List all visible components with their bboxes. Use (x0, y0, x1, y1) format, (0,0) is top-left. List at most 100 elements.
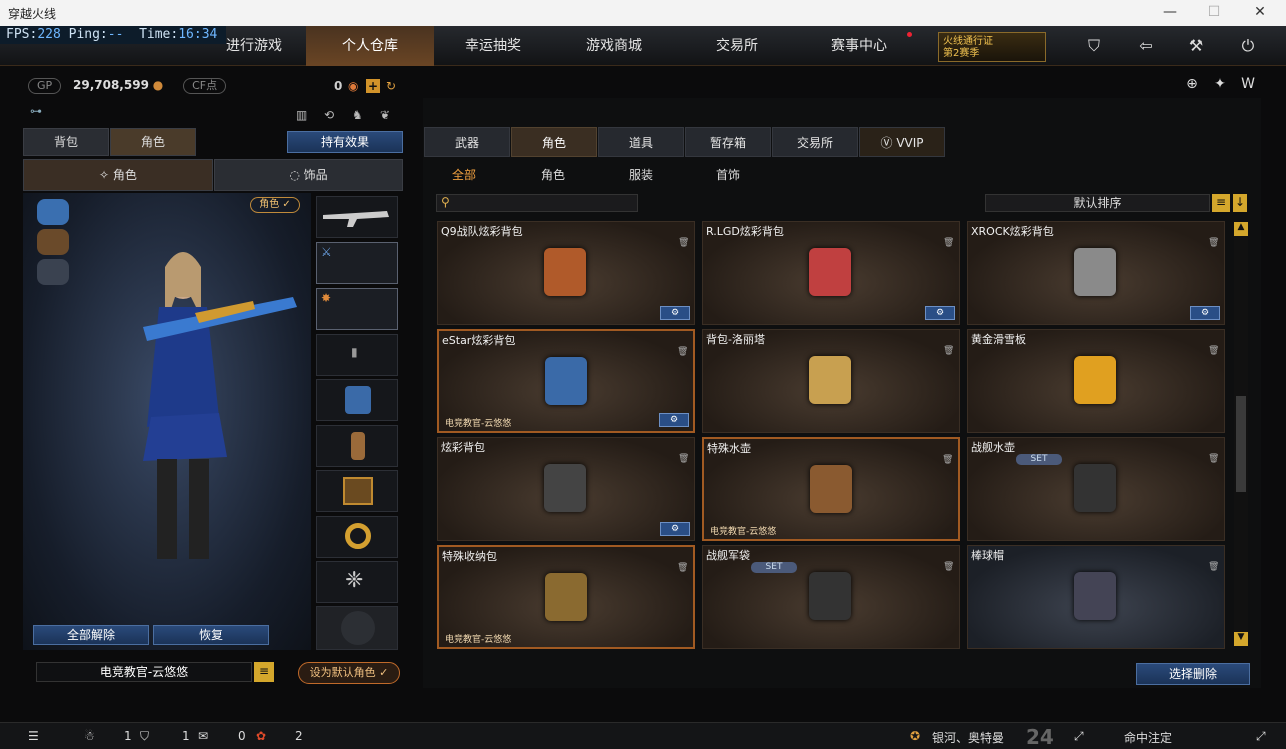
trash-icon[interactable]: 🗑 (943, 562, 954, 572)
item-card[interactable]: R.LGD炫彩背包 🗑 ⚙ (702, 221, 960, 325)
stats-icon[interactable]: ▥ (296, 108, 307, 122)
gift-icon[interactable]: ✿ (256, 729, 266, 743)
trash-icon[interactable]: 🗑 (943, 346, 954, 356)
subtab-all[interactable]: 全部 (452, 166, 476, 183)
trash-icon[interactable]: 🗑 (1208, 238, 1219, 248)
cat-tab-trade[interactable]: 交易所 (772, 127, 858, 157)
gear-icon[interactable]: ⚙ (660, 306, 690, 320)
trash-icon[interactable]: 🗑 (1208, 346, 1219, 356)
subtab-clothing[interactable]: 服装 (629, 166, 653, 183)
trash-icon[interactable]: 🗑 (678, 238, 689, 248)
maximize-icon[interactable]: ☐ (1204, 4, 1224, 22)
rotate-icon[interactable]: ⟲ (324, 108, 334, 122)
battle-pass-button[interactable]: 火线通行证 第2赛季 (938, 32, 1046, 62)
sort-dropdown[interactable]: 默认排序 (985, 194, 1210, 212)
item-card[interactable]: 黄金滑雪板 🗑 (967, 329, 1225, 433)
team-blue-icon[interactable] (37, 199, 69, 225)
item-card[interactable]: 背包-洛丽塔 🗑 (702, 329, 960, 433)
gear-icon[interactable]: ⚙ (660, 522, 690, 536)
sort-order-icon[interactable]: ↓ (1233, 194, 1247, 212)
add-cf-button[interactable]: + (366, 79, 380, 93)
close-icon[interactable]: ✕ (1250, 4, 1270, 22)
target-icon[interactable]: ⊕ (1178, 72, 1206, 96)
slot-pouch[interactable] (316, 470, 398, 512)
set-default-button[interactable]: 设为默认角色 ✓ (298, 662, 400, 684)
subtab-character-filter[interactable]: 角色 (541, 166, 565, 183)
gear-icon[interactable]: ⚙ (1190, 306, 1220, 320)
slot-knife[interactable]: ⚔ (316, 242, 398, 284)
trash-icon[interactable]: 🗑 (942, 455, 953, 465)
scroll-down-icon[interactable]: ▼ (1234, 632, 1248, 646)
character-preview[interactable]: 角色 ✓ 全部解除 恢复 (23, 193, 311, 650)
trash-icon[interactable]: 🗑 (677, 347, 688, 357)
cat-tab-character[interactable]: 角色 (511, 127, 597, 157)
trash-icon[interactable]: 🗑 (943, 238, 954, 248)
nav-tab-trade[interactable]: 交易所 (678, 26, 796, 66)
item-card[interactable]: 特殊水壶 🗑 电竞教官-云悠悠 (702, 437, 960, 541)
slot-empty[interactable] (316, 606, 398, 650)
popout-icon[interactable]: ⤢ (1256, 729, 1266, 744)
team-orange-icon[interactable] (37, 229, 69, 255)
slot-backpack[interactable] (316, 379, 398, 421)
cat-tab-storage[interactable]: 暂存箱 (685, 127, 771, 157)
item-card[interactable]: Q9战队炫彩背包 🗑 ⚙ (437, 221, 695, 325)
refresh-icon[interactable]: ↻ (386, 79, 396, 93)
slot-radio[interactable]: ▮ (316, 334, 398, 376)
expand-icon[interactable]: ⤢ (1074, 729, 1084, 744)
tab-character[interactable]: 角色 (110, 128, 196, 156)
power-icon[interactable]: ⏻ (1234, 34, 1262, 58)
item-card[interactable]: 棒球帽 🗑 (967, 545, 1225, 649)
menu-icon[interactable]: ☰ (28, 729, 39, 743)
shield-icon[interactable]: ⛉ (1080, 34, 1108, 58)
trash-icon[interactable]: 🗑 (677, 563, 688, 573)
select-delete-button[interactable]: 选择删除 (1136, 663, 1250, 685)
cat-tab-vvip[interactable]: Ⓥ VVIP (859, 127, 945, 157)
nav-tab-warehouse[interactable]: 个人仓库 (306, 26, 434, 66)
restore-button[interactable]: 恢复 (153, 625, 269, 645)
item-card[interactable]: XROCK炫彩背包 🗑 ⚙ (967, 221, 1225, 325)
item-card[interactable]: 战舰水壶 🗑 SET (967, 437, 1225, 541)
search-field[interactable]: ⚲ (436, 194, 638, 212)
clan-icon[interactable]: ⛉ (140, 729, 149, 744)
slot-pistol[interactable]: ✸ (316, 288, 398, 330)
subtab-jewelry[interactable]: 首饰 (716, 166, 740, 183)
slot-ring[interactable] (316, 516, 398, 558)
wrench-icon[interactable]: ⚒ (1182, 34, 1210, 58)
list-menu-icon[interactable]: ≡ (254, 662, 274, 682)
nav-tab-events[interactable]: 赛事中心 (800, 26, 918, 66)
subtab-accessory[interactable]: ◌ 饰品 (214, 159, 403, 191)
trash-icon[interactable]: 🗑 (1208, 562, 1219, 572)
sort-menu-icon[interactable]: ≡ (1212, 194, 1230, 212)
brand-icon[interactable]: W (1234, 72, 1262, 96)
bag-icon[interactable]: ❦ (380, 108, 390, 122)
scroll-up-icon[interactable]: ▲ (1234, 222, 1248, 236)
slot-canteen[interactable] (316, 425, 398, 467)
item-card[interactable]: 特殊收纳包 🗑 电竞教官-云悠悠 (437, 545, 695, 649)
back-icon[interactable]: ⇦ (1132, 34, 1160, 58)
tab-backpack[interactable]: 背包 (23, 128, 109, 156)
slot-weapon[interactable] (316, 196, 398, 238)
search-input[interactable] (459, 196, 629, 210)
effect-button[interactable]: 持有效果 (287, 131, 403, 153)
item-card[interactable]: 战舰军袋 🗑 SET (702, 545, 960, 649)
trash-icon[interactable]: 🗑 (678, 454, 689, 464)
item-card[interactable]: eStar炫彩背包 🗑 ⚙ 电竞教官-云悠悠 (437, 329, 695, 433)
scrollbar[interactable]: ▲ ▼ (1234, 222, 1248, 646)
gear-icon[interactable]: ⚙ (925, 306, 955, 320)
nav-tab-lottery[interactable]: 幸运抽奖 (436, 26, 550, 66)
slot-charm[interactable]: ❈ (316, 561, 398, 603)
minimize-icon[interactable]: — (1160, 4, 1180, 22)
unequip-all-button[interactable]: 全部解除 (33, 625, 149, 645)
star-icon[interactable]: ✦ (1206, 72, 1234, 96)
cat-tab-items[interactable]: 道具 (598, 127, 684, 157)
friends-icon[interactable]: ☃ (84, 729, 95, 743)
subtab-character[interactable]: ✧ 角色 (23, 159, 213, 191)
pose-icon[interactable]: ♞ (352, 108, 363, 122)
item-card[interactable]: 炫彩背包 🗑 ⚙ (437, 437, 695, 541)
scroll-thumb[interactable] (1236, 396, 1246, 492)
nav-tab-shop[interactable]: 游戏商城 (554, 26, 674, 66)
gear-icon[interactable]: ⚙ (659, 413, 689, 427)
trash-icon[interactable]: 🗑 (1208, 454, 1219, 464)
team-gray-icon[interactable] (37, 259, 69, 285)
cat-tab-weapon[interactable]: 武器 (424, 127, 510, 157)
